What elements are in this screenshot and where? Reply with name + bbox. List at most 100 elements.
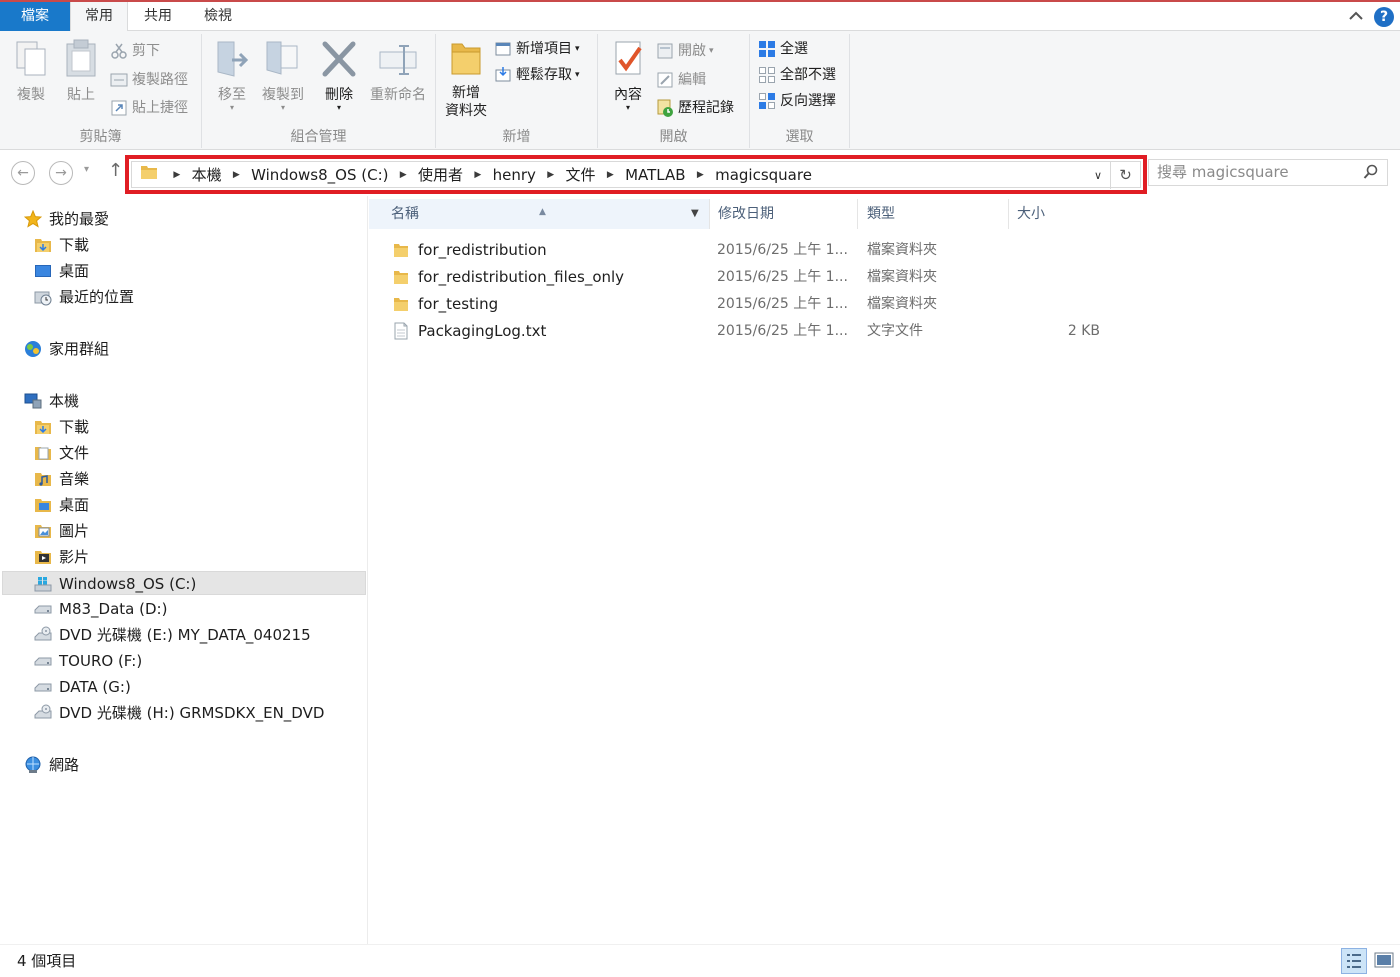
nav-pc-downloads[interactable]: 下載 bbox=[34, 415, 89, 439]
open-caret: ▾ bbox=[709, 46, 714, 56]
table-row[interactable]: for_redistribution_files_only 2015/6/25 … bbox=[387, 264, 1400, 291]
easy-access-icon bbox=[494, 66, 512, 84]
select-none-button[interactable]: 全部不選 bbox=[758, 63, 836, 87]
copy-path-button[interactable]: 複製路徑 bbox=[110, 68, 188, 92]
new-folder-button[interactable]: 新增 資料夾 bbox=[438, 38, 494, 120]
nav-pc-videos-label: 影片 bbox=[59, 548, 90, 566]
column-header-type[interactable]: 類型 bbox=[859, 199, 1009, 229]
nav-fav-desktop-label: 桌面 bbox=[59, 262, 90, 280]
search-icon[interactable] bbox=[1363, 164, 1379, 180]
chevron-right-icon[interactable]: ▶ bbox=[393, 162, 413, 189]
breadcrumb-item[interactable]: 文件 bbox=[565, 162, 595, 189]
nav-pc-pictures[interactable]: 圖片 bbox=[34, 519, 89, 543]
table-row[interactable]: for_testing 2015/6/25 上午 1... 檔案資料夾 bbox=[387, 291, 1400, 318]
properties-button[interactable]: 內容 ▾ bbox=[604, 38, 652, 112]
breadcrumb-item[interactable]: magicsquare bbox=[715, 162, 812, 189]
nav-drive-d[interactable]: M83_Data (D:) bbox=[34, 597, 167, 621]
up-arrow-icon[interactable]: ↑ bbox=[108, 160, 123, 181]
open-button[interactable]: 開啟 ▾ bbox=[656, 39, 714, 63]
rename-button[interactable]: 重新命名 bbox=[366, 38, 430, 104]
delete-x-icon bbox=[322, 41, 356, 77]
nav-drive-f[interactable]: TOURO (F:) bbox=[34, 649, 142, 673]
nav-drive-h[interactable]: DVD 光碟機 (H:) GRMSDKX_EN_DVD bbox=[34, 701, 324, 725]
nav-pc-videos[interactable]: 影片 bbox=[34, 545, 89, 569]
column-header-name[interactable]: ▲ 名稱 ▼ bbox=[369, 199, 710, 229]
details-view-button[interactable] bbox=[1341, 948, 1367, 974]
breadcrumb-item[interactable]: 本機 bbox=[192, 162, 222, 189]
new-folder-icon bbox=[451, 43, 481, 75]
breadcrumb-item[interactable]: henry bbox=[493, 162, 536, 189]
nav-drive-f-label: TOURO (F:) bbox=[59, 652, 143, 670]
paste-shortcut-button[interactable]: 貼上捷徑 bbox=[110, 96, 188, 120]
copy-to-button[interactable]: 複製到 ▾ bbox=[258, 38, 308, 112]
breadcrumb-item[interactable]: 使用者 bbox=[418, 162, 463, 189]
large-icons-view-button[interactable] bbox=[1371, 948, 1397, 974]
nav-drive-e[interactable]: DVD 光碟機 (E:) MY_DATA_040215 bbox=[34, 623, 311, 647]
chevron-right-icon[interactable]: ▶ bbox=[690, 162, 710, 189]
table-row[interactable]: PackagingLog.txt 2015/6/25 上午 1... 文字文件 … bbox=[387, 318, 1400, 345]
cut-button[interactable]: 剪下 bbox=[110, 39, 160, 63]
column-header-date[interactable]: 修改日期 bbox=[710, 199, 858, 229]
chevron-down-icon[interactable]: ▼ bbox=[691, 199, 699, 229]
address-bar[interactable]: ▶ 本機 ▶ Windows8_OS (C:) ▶ 使用者 ▶ henry ▶ … bbox=[125, 155, 1147, 194]
nav-pc-desktop[interactable]: 桌面 bbox=[34, 493, 89, 517]
chevron-right-icon[interactable]: ▶ bbox=[468, 162, 488, 189]
nav-fav-downloads[interactable]: 下載 bbox=[34, 233, 89, 257]
nav-fav-downloads-label: 下載 bbox=[59, 236, 90, 254]
search-input[interactable]: 搜尋 magicsquare bbox=[1148, 159, 1388, 186]
chevron-right-icon[interactable]: ▶ bbox=[600, 162, 620, 189]
tab-file[interactable]: 檔案 bbox=[0, 2, 70, 31]
ribbon: 複製 貼上 剪下 複製路徑 貼上捷徑 剪貼簿 移至 ▾ 複製到 ▾ 刪除 ▾ 重… bbox=[0, 31, 1400, 150]
nav-network[interactable]: 網路 bbox=[24, 753, 79, 777]
copy-button[interactable]: 複製 bbox=[8, 38, 54, 104]
history-button[interactable]: 歷程記錄 bbox=[656, 96, 734, 120]
tab-share[interactable]: 共用 bbox=[130, 2, 186, 31]
easy-access-button[interactable]: 輕鬆存取 ▾ bbox=[494, 63, 580, 87]
nav-drive-g[interactable]: DATA (G:) bbox=[34, 675, 131, 699]
address-field[interactable]: ▶ 本機 ▶ Windows8_OS (C:) ▶ 使用者 ▶ henry ▶ … bbox=[131, 161, 1141, 189]
breadcrumb-item[interactable]: Windows8_OS (C:) bbox=[251, 162, 388, 189]
nav-pc-documents[interactable]: 文件 bbox=[34, 441, 89, 465]
tab-home[interactable]: 常用 bbox=[70, 2, 128, 33]
edit-button[interactable]: 編輯 bbox=[656, 68, 706, 92]
new-item-button[interactable]: 新增項目 ▾ bbox=[494, 37, 580, 61]
help-icon[interactable]: ? bbox=[1374, 7, 1394, 27]
tab-view[interactable]: 檢視 bbox=[190, 2, 246, 31]
nav-fav-desktop[interactable]: 桌面 bbox=[34, 259, 89, 283]
nav-favorites[interactable]: 我的最愛 bbox=[23, 207, 109, 231]
file-type: 檔案資料夾 bbox=[867, 296, 937, 312]
new-item-caret: ▾ bbox=[575, 44, 580, 54]
nav-this-pc[interactable]: 本機 bbox=[24, 389, 79, 413]
chevron-right-icon[interactable]: ▶ bbox=[226, 162, 246, 189]
select-group: 全選 全部不選 反向選擇 選取 bbox=[750, 34, 850, 148]
back-button[interactable]: ← bbox=[11, 161, 35, 185]
invert-selection-button[interactable]: 反向選擇 bbox=[758, 89, 836, 113]
forward-button[interactable]: → bbox=[49, 161, 73, 185]
nav-drive-c-label: Windows8_OS (C:) bbox=[59, 575, 197, 593]
move-to-button[interactable]: 移至 ▾ bbox=[208, 38, 256, 112]
table-row[interactable]: for_redistribution 2015/6/25 上午 1... 檔案資… bbox=[387, 237, 1400, 264]
file-date: 2015/6/25 上午 1... bbox=[717, 269, 848, 285]
delete-button[interactable]: 刪除 ▾ bbox=[316, 38, 362, 112]
star-icon bbox=[23, 209, 43, 228]
chevron-down-icon[interactable]: ∨ bbox=[1088, 162, 1108, 189]
nav-drive-c[interactable]: Windows8_OS (C:) bbox=[2, 571, 366, 595]
chevron-right-icon[interactable]: ▶ bbox=[541, 162, 561, 189]
properties-caret: ▾ bbox=[625, 103, 630, 112]
breadcrumb-item[interactable]: MATLAB bbox=[625, 162, 685, 189]
sort-up-icon: ▲ bbox=[539, 207, 546, 217]
nav-homegroup[interactable]: 家用群組 bbox=[24, 337, 109, 361]
nav-fav-recent[interactable]: 最近的位置 bbox=[34, 285, 134, 309]
chevron-right-icon[interactable]: ▶ bbox=[167, 162, 187, 189]
refresh-icon[interactable]: ↻ bbox=[1110, 162, 1140, 189]
file-name: PackagingLog.txt bbox=[418, 322, 547, 340]
computer-icon bbox=[24, 392, 42, 410]
nav-pc-music[interactable]: 音樂 bbox=[34, 467, 89, 491]
easy-access-caret: ▾ bbox=[575, 70, 580, 80]
paste-button[interactable]: 貼上 bbox=[58, 38, 104, 104]
recent-locations-chevron-icon[interactable]: ▾ bbox=[84, 164, 89, 175]
select-all-button[interactable]: 全選 bbox=[758, 37, 808, 61]
chevron-up-icon[interactable] bbox=[1346, 6, 1366, 26]
column-header-name-label: 名稱 bbox=[391, 206, 419, 222]
column-header-size[interactable]: 大小 bbox=[1009, 199, 1104, 229]
